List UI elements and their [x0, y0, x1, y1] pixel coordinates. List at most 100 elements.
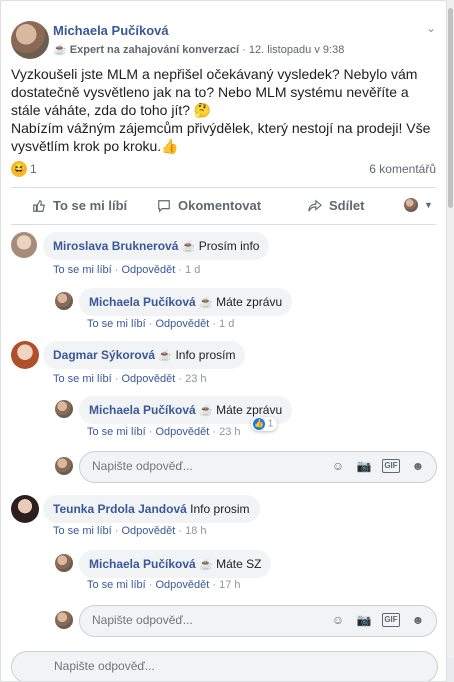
reply-reply-link[interactable]: Odpovědět [155, 318, 209, 330]
comment-bubble: Dagmar Sýkorová ☕ Info prosím [43, 341, 246, 369]
reply-like-count[interactable]: 👍 1 [251, 417, 278, 431]
thumbs-up-icon [33, 199, 45, 212]
like-label: To se mi líbí [53, 198, 128, 213]
share-label: Sdílet [329, 198, 365, 213]
share-button[interactable]: Sdílet [307, 198, 364, 213]
comment-time[interactable]: 23 h [185, 373, 206, 385]
commenter-name[interactable]: Teunka Prdola Jandová [53, 502, 187, 516]
author-avatar[interactable] [11, 21, 49, 59]
camera-icon[interactable]: 📷 [356, 613, 372, 629]
reply-reply-link[interactable]: Odpovědět [155, 426, 209, 438]
composer-icons: ☺ 📷 GIF ☻ [330, 613, 426, 629]
sticker-icon[interactable]: ☻ [410, 613, 426, 629]
commenter-avatar[interactable] [11, 341, 39, 369]
post-author[interactable]: Michaela Pučíková [53, 23, 169, 38]
reply-time[interactable]: 1 d [219, 318, 234, 330]
cup-icon: ☕ [199, 559, 213, 571]
reply-text: Máte zprávu [216, 295, 283, 309]
replier-name[interactable]: Michaela Pučíková [89, 403, 196, 417]
share-icon [308, 199, 323, 212]
commenter-avatar[interactable] [11, 232, 37, 258]
comment-like-link[interactable]: To se mi líbí [53, 373, 112, 385]
reply-time[interactable]: 23 h [219, 426, 240, 438]
author-badge: Expert na zahajování konverzací [69, 44, 240, 56]
reply-actions: To se mi líbí · Odpovědět · 23 h [87, 426, 241, 438]
like-reaction-icon: 👍 [253, 418, 265, 430]
comment-reply-link[interactable]: Odpovědět [121, 264, 175, 276]
cup-icon: ☕ [53, 44, 67, 56]
reply-input-wrap[interactable]: ☺ 📷 GIF ☻ [79, 605, 437, 637]
caret-down-icon: ▼ [424, 200, 433, 210]
comment-actions: To se mi líbí · Odpovědět · 1 d [53, 264, 201, 276]
composer-avatar [55, 611, 73, 629]
post-paragraph-1: Vyzkoušeli jste MLM a nepřišel očekávaný… [11, 66, 418, 118]
replier-name[interactable]: Michaela Pučíková [89, 557, 196, 571]
post-date[interactable]: 12. listopadu v 9:38 [249, 44, 344, 56]
reply-actions: To se mi líbí · Odpovědět · 1 d [87, 318, 235, 330]
comment-text: Info prosím [175, 348, 236, 362]
comment-label: Okomentovat [178, 198, 262, 213]
post-paragraph-2: Nabízím vážným zájemcům přivýdělek, kter… [11, 120, 431, 154]
comment-reply-link[interactable]: Odpovědět [121, 525, 175, 537]
reply-like-link[interactable]: To se mi líbí [87, 579, 146, 591]
comment-time[interactable]: 18 h [185, 525, 206, 537]
commenter-name[interactable]: Dagmar Sýkorová [53, 348, 155, 362]
commenter-avatar[interactable] [11, 495, 39, 523]
comment-button[interactable]: Okomentovat [156, 198, 261, 213]
comment-reply-link[interactable]: Odpovědět [121, 373, 175, 385]
emoji-icon[interactable]: ☺ [330, 459, 346, 475]
reply-bubble: Michaela Pučíková ☕ Máte zprávu [79, 288, 293, 316]
cup-icon: ☕ [158, 350, 173, 362]
replier-avatar[interactable] [55, 400, 73, 418]
comments-count[interactable]: 6 komentářů [369, 162, 436, 176]
comment-actions: To se mi líbí · Odpovědět · 18 h [53, 525, 207, 537]
gif-icon[interactable]: GIF [382, 613, 400, 627]
share-audience-menu[interactable]: ▼ [404, 198, 433, 212]
reply-like-link[interactable]: To se mi líbí [87, 426, 146, 438]
cup-icon: ☕ [199, 297, 213, 309]
comment-time[interactable]: 1 d [185, 264, 200, 276]
haha-reaction-icon[interactable]: 😆 [11, 161, 27, 177]
comment-text: Info prosim [190, 502, 250, 516]
scrollbar-thumb[interactable] [448, 8, 453, 208]
post-text: Vyzkoušeli jste MLM a nepřišel očekávaný… [11, 65, 436, 155]
composer-icons: ☺ 📷 GIF ☻ [330, 459, 426, 475]
like-button[interactable]: To se mi líbí [31, 198, 127, 213]
reply-input-wrap[interactable]: ☺ 📷 GIF ☻ [79, 451, 437, 483]
reply-time[interactable]: 17 h [219, 579, 240, 591]
reply-like-link[interactable]: To se mi líbí [87, 318, 146, 330]
reply-like-number: 1 [267, 418, 274, 430]
reply-input[interactable] [90, 458, 314, 474]
replier-name[interactable]: Michaela Pučíková [89, 295, 196, 309]
comment-like-link[interactable]: To se mi líbí [53, 264, 112, 276]
chevron-down-icon[interactable]: ⌄ [426, 21, 436, 35]
post-meta: ☕ Expert na zahajování konverzací · 12. … [53, 43, 344, 56]
commenter-name[interactable]: Miroslava Bruknerová [53, 239, 178, 253]
comment-input[interactable] [52, 658, 276, 674]
replier-avatar[interactable] [55, 554, 73, 572]
comment-like-link[interactable]: To se mi líbí [53, 525, 112, 537]
post-actions: To se mi líbí Okomentovat Sdílet ▼ [11, 187, 436, 225]
post-header: Michaela Pučíková ☕ Expert na zahajování… [11, 21, 436, 61]
cup-icon: ☕ [181, 241, 196, 253]
reply-text: Máte zprávu [216, 403, 283, 417]
audience-avatar-icon [404, 198, 418, 212]
comment-bubble: Teunka Prdola Jandová Info prosim [43, 495, 260, 523]
comment-actions: To se mi líbí · Odpovědět · 23 h [53, 373, 207, 385]
gif-icon[interactable]: GIF [382, 459, 400, 473]
comment-input-wrap[interactable] [11, 651, 438, 681]
comment-icon [158, 199, 170, 213]
comment-bubble: Miroslava Bruknerová ☕ Prosím info [43, 232, 270, 260]
post-card: Michaela Pučíková ☕ Expert na zahajování… [0, 0, 447, 682]
meta-separator: · [239, 44, 249, 56]
reply-reply-link[interactable]: Odpovědět [155, 579, 209, 591]
cup-icon: ☕ [199, 405, 213, 417]
comment-text: Prosím info [198, 239, 260, 253]
sticker-icon[interactable]: ☻ [410, 459, 426, 475]
reactions-bar: 😆 1 6 komentářů [11, 161, 436, 179]
reply-input[interactable] [90, 612, 314, 628]
reaction-count[interactable]: 1 [30, 162, 37, 176]
emoji-icon[interactable]: ☺ [330, 613, 346, 629]
replier-avatar[interactable] [55, 292, 73, 310]
camera-icon[interactable]: 📷 [356, 459, 372, 475]
